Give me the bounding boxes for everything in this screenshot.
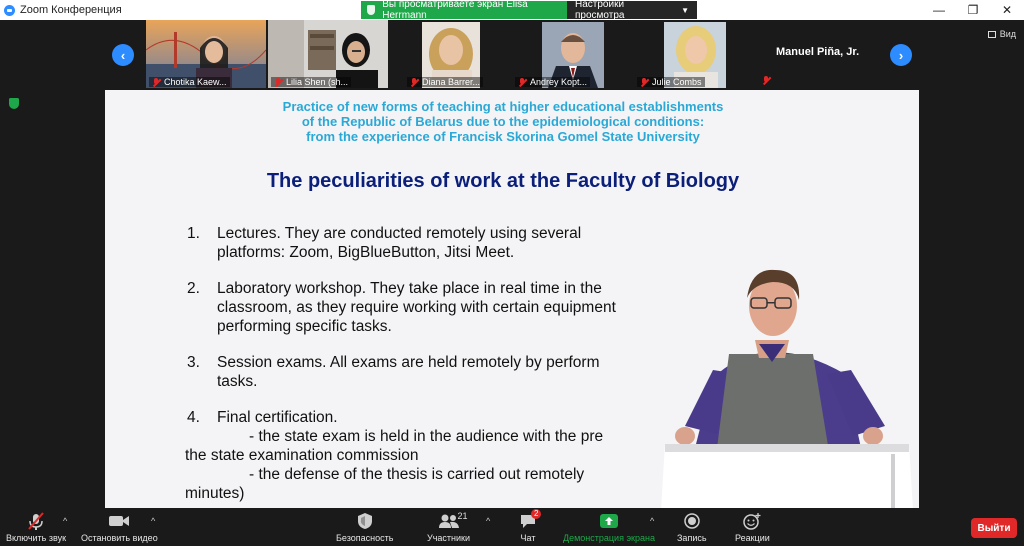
reactions-button[interactable]: Реакции (735, 512, 770, 543)
slide-point: 1. Lectures. They are conducted remotely… (187, 225, 582, 261)
title-bar: Zoom Конференция Вы просматриваете экран… (0, 0, 1024, 21)
participant-name-label: Lilia Shen (sh... (271, 77, 352, 87)
leave-meeting-button[interactable]: Выйти (971, 518, 1017, 538)
participant-tile[interactable]: Andrey Kopt... (512, 20, 632, 88)
grid-view-icon (987, 30, 996, 38)
participants-icon: 21 (438, 511, 468, 530)
participant-name-label: Andrey Kopt... (515, 77, 591, 87)
unmute-button[interactable]: Включить звук (6, 512, 66, 543)
view-options-label: Настройки просмотра (575, 0, 625, 21)
shield-icon (357, 512, 373, 530)
participants-button[interactable]: 21 Участники (427, 511, 470, 543)
mic-muted-icon (274, 77, 282, 87)
mic-muted-icon (410, 77, 418, 87)
video-camera-icon (108, 512, 130, 530)
chat-bubble-icon: 2 (519, 509, 542, 530)
mic-muted-icon (640, 77, 648, 87)
speaker-figure (661, 269, 913, 510)
zoom-window: Zoom Конференция Вы просматриваете экран… (0, 0, 1024, 546)
gallery-prev-button[interactable]: ‹ (112, 44, 134, 66)
participant-tile[interactable]: Chotika Kaew... (146, 20, 266, 88)
window-controls: — ❐ ✕ (922, 0, 1024, 20)
close-button[interactable]: ✕ (990, 0, 1024, 20)
shield-icon (367, 5, 376, 15)
maximize-button[interactable]: ❐ (956, 0, 990, 20)
smiley-icon (742, 512, 762, 530)
participant-tile[interactable]: Diana Barrer... (404, 20, 524, 88)
chat-button[interactable]: 2 Чат (519, 509, 542, 543)
participant-name-label: Julie Combs (637, 77, 705, 87)
zoom-logo-icon (4, 4, 15, 16)
participant-name-label: Diana Barrer... (407, 77, 484, 87)
mic-muted-icon (518, 77, 526, 87)
participant-tile[interactable]: Julie Combs (634, 20, 754, 88)
speaker-video (655, 258, 919, 510)
stop-video-button[interactable]: Остановить видео (81, 512, 158, 543)
microphone-muted-icon (27, 512, 45, 530)
share-status-text: Вы просматриваете экран Elisa Herrmann (382, 0, 528, 21)
record-button[interactable]: Запись (677, 512, 707, 543)
slide-header: Practice of new forms of teaching at hig… (282, 99, 724, 144)
mic-muted-icon (152, 77, 160, 87)
meeting-toolbar: Включить звук ^ Остановить видео ^ Безоп… (0, 508, 1024, 546)
participants-options-chevron-icon[interactable]: ^ (486, 516, 490, 526)
participant-tile[interactable]: Lilia Shen (sh... (268, 20, 388, 88)
chat-unread-badge: 2 (531, 509, 542, 519)
chevron-down-icon: ▼ (681, 5, 689, 15)
share-screen-button[interactable]: Демонстрация экрана (563, 512, 655, 543)
security-button[interactable]: Безопасность (336, 512, 393, 543)
participant-name-label: Chotika Kaew... (149, 77, 230, 87)
share-options-chevron-icon[interactable]: ^ (650, 516, 654, 526)
encryption-shield-icon[interactable] (9, 98, 19, 109)
view-options-button[interactable]: Настройки просмотра ▼ (567, 0, 697, 21)
participant-gallery: ‹ Chotika Kaew... Lilia Shen (sh... Dian… (0, 20, 1024, 88)
video-options-chevron-icon[interactable]: ^ (151, 516, 155, 526)
share-screen-icon (599, 512, 619, 530)
audio-options-chevron-icon[interactable]: ^ (63, 516, 67, 526)
view-toggle[interactable]: Вид (987, 29, 1016, 39)
slide-title: The peculiarities of work at the Faculty… (266, 170, 740, 192)
record-icon (683, 512, 701, 530)
window-title: Zoom Конференция (20, 4, 122, 16)
share-banner: Вы просматриваете экран Elisa Herrmann Н… (361, 0, 697, 21)
mic-muted-icon (762, 76, 770, 85)
gallery-next-button[interactable]: › (890, 44, 912, 66)
participants-count: 21 (457, 511, 468, 521)
share-status: Вы просматриваете экран Elisa Herrmann (361, 0, 567, 21)
participant-name-only[interactable]: Manuel Piña, Jr. (776, 46, 859, 58)
minimize-button[interactable]: — (922, 0, 956, 20)
